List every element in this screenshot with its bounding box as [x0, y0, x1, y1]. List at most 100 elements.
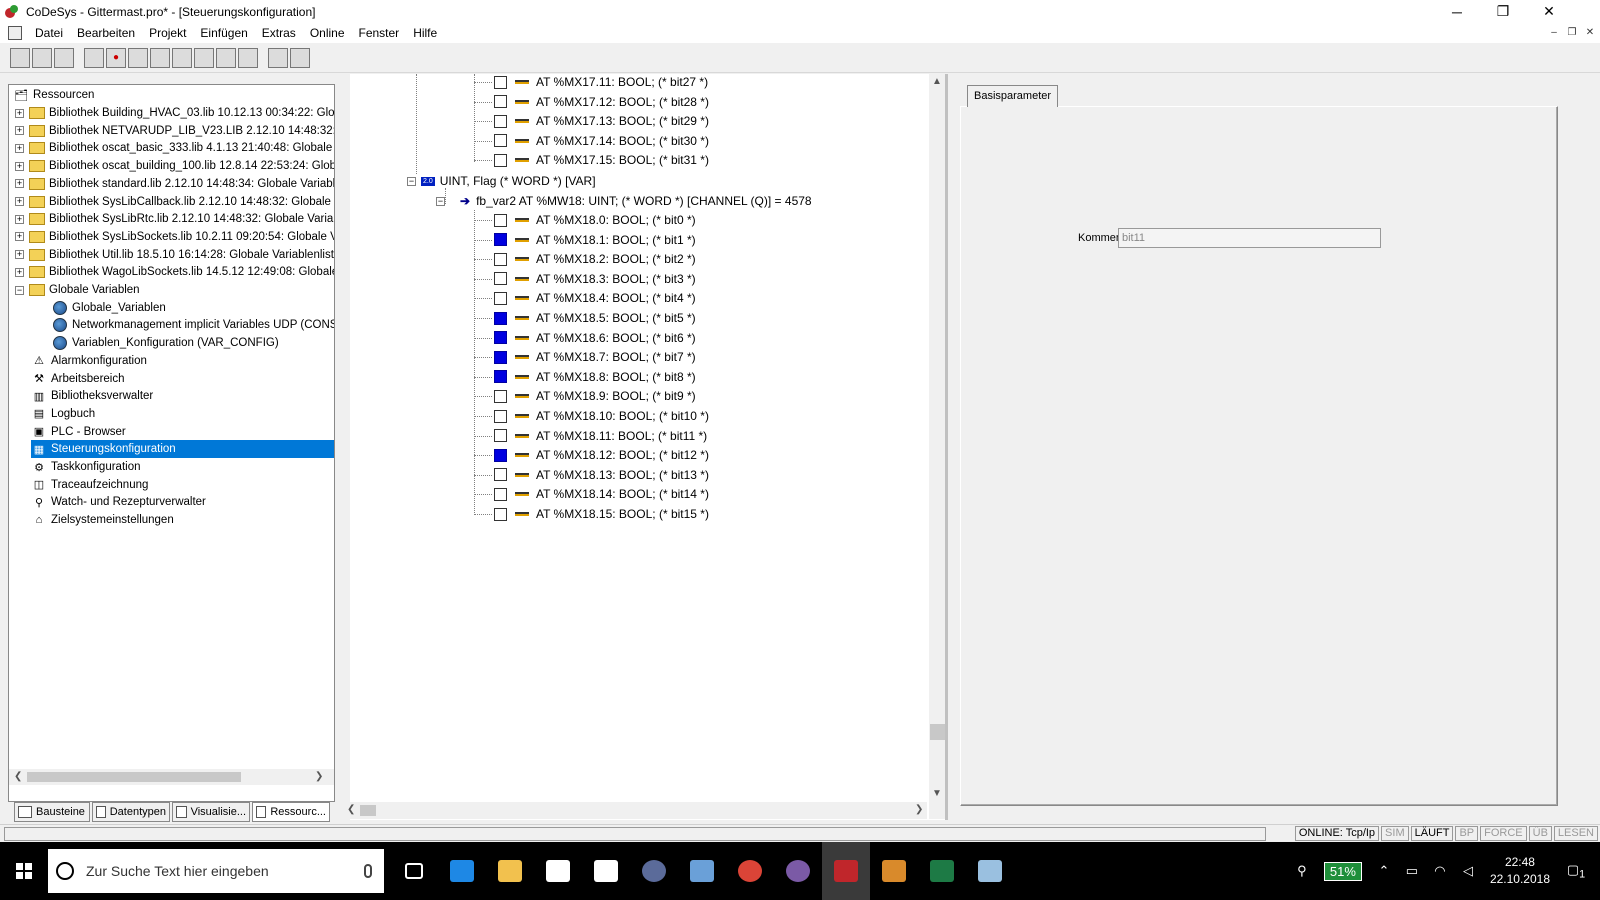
- bool-channel-row[interactable]: AT %MX18.9: BOOL; (* bit9 *): [494, 386, 696, 406]
- tree-item-library[interactable]: + Bibliothek SysLibCallback.lib 2.12.10 1…: [15, 193, 334, 211]
- menu-hilfe[interactable]: Hilfe: [406, 26, 444, 40]
- bool-channel-row[interactable]: AT %MX18.14: BOOL; (* bit14 *): [494, 484, 709, 504]
- tree-item-library[interactable]: + Bibliothek Util.lib 18.5.10 16:14:28: G…: [15, 246, 334, 264]
- scroll-thumb[interactable]: [360, 805, 376, 816]
- bool-channel-row[interactable]: AT %MX18.7: BOOL; (* bit7 *): [494, 347, 696, 367]
- scroll-up-icon[interactable]: ▲: [932, 76, 942, 87]
- bit-checkbox[interactable]: [494, 95, 507, 109]
- scroll-left-icon[interactable]: ❮: [347, 804, 355, 815]
- bool-channel-row[interactable]: AT %MX17.15: BOOL; (* bit31 *): [494, 150, 709, 170]
- volume-icon[interactable]: ◁: [1454, 863, 1482, 879]
- tab-visualisierung[interactable]: Visualisie...: [172, 802, 250, 822]
- bool-channel-row[interactable]: AT %MX18.10: BOOL; (* bit10 *): [494, 406, 709, 426]
- collapse-icon[interactable]: −: [436, 196, 445, 206]
- tree-root-ressourcen[interactable]: 🗂 Ressourcen: [13, 86, 94, 104]
- battery-indicator[interactable]: 51%: [1323, 861, 1362, 881]
- edge-taskbar-button[interactable]: [438, 842, 486, 900]
- bool-channel-row[interactable]: AT %MX18.1: BOOL; (* bit1 *): [494, 230, 696, 250]
- collapse-icon[interactable]: −: [407, 176, 416, 186]
- tree-item-zielsystemeinstellungen[interactable]: ⌂ Zielsystemeinstellungen: [31, 511, 334, 529]
- expand-icon[interactable]: +: [15, 267, 24, 277]
- expand-icon[interactable]: +: [15, 232, 24, 242]
- bit-checkbox[interactable]: [494, 311, 507, 325]
- chevron-up-icon[interactable]: ⌃: [1370, 863, 1398, 879]
- bit-checkbox[interactable]: [494, 291, 507, 305]
- fb-var2-node[interactable]: − ➔ fb_var2 AT %MW18: UINT; (* WORD *) […: [436, 191, 812, 211]
- bool-channel-row[interactable]: AT %MX18.8: BOOL; (* bit8 *): [494, 367, 696, 387]
- notification-icon[interactable]: ▢1: [1562, 862, 1590, 881]
- stop-icon[interactable]: ●: [106, 47, 126, 68]
- bit-checkbox[interactable]: [494, 252, 507, 266]
- tab-basisparameter[interactable]: Basisparameter: [967, 85, 1059, 107]
- scroll-right-icon[interactable]: ❯: [915, 804, 923, 815]
- step-over-icon[interactable]: [194, 47, 214, 68]
- gallery-taskbar-button[interactable]: [870, 842, 918, 900]
- mail-taskbar-button[interactable]: [582, 842, 630, 900]
- run-icon[interactable]: [128, 47, 148, 68]
- tree-item-global-variables[interactable]: Variablen_Konfiguration (VAR_CONFIG): [53, 334, 279, 352]
- replace-icon[interactable]: [290, 47, 310, 68]
- tree-item-library[interactable]: + Bibliothek Building_HVAC_03.lib 10.12.1…: [15, 104, 334, 122]
- minimize-button[interactable]: ─: [1434, 0, 1480, 23]
- comment-field[interactable]: bit11: [1118, 228, 1381, 248]
- menu-bearbeiten[interactable]: Bearbeiten: [70, 26, 142, 40]
- splitter[interactable]: [945, 74, 948, 820]
- maximize-button[interactable]: ❐: [1480, 0, 1526, 23]
- paint-taskbar-button[interactable]: [966, 842, 1014, 900]
- bit-checkbox[interactable]: [494, 114, 507, 128]
- people-icon[interactable]: ⚲: [1288, 863, 1316, 879]
- bool-channel-row[interactable]: AT %MX17.13: BOOL; (* bit29 *): [494, 111, 709, 131]
- step-icon[interactable]: [150, 47, 170, 68]
- bit-checkbox[interactable]: [494, 75, 507, 89]
- bool-channel-row[interactable]: AT %MX18.0: BOOL; (* bit0 *): [494, 210, 696, 230]
- tree-item-traceaufzeichnung[interactable]: ◫ Traceaufzeichnung: [31, 476, 334, 494]
- tree-item-alarmkonfiguration[interactable]: ⚠ Alarmkonfiguration: [31, 352, 334, 370]
- tree-item-library[interactable]: + Bibliothek WagoLibSockets.lib 14.5.12 1…: [15, 263, 334, 281]
- expand-icon[interactable]: +: [15, 143, 24, 153]
- bit-checkbox[interactable]: [494, 350, 507, 364]
- tree-item-bibliotheksverwalter[interactable]: ▥ Bibliotheksverwalter: [31, 387, 334, 405]
- bool-channel-row[interactable]: AT %MX17.12: BOOL; (* bit28 *): [494, 92, 709, 112]
- tab-datentypen[interactable]: Datentypen: [92, 802, 170, 822]
- codesys-taskbar-button[interactable]: [822, 842, 870, 900]
- tree-item-watch-und-rezepturverwalter[interactable]: ⚲ Watch- und Rezepturverwalter: [31, 493, 334, 511]
- tree-item-library[interactable]: + Bibliothek SysLibSockets.lib 10.2.11 09…: [15, 228, 334, 246]
- menu-projekt[interactable]: Projekt: [142, 26, 193, 40]
- tab-ressourcen[interactable]: Ressourc...: [252, 802, 330, 822]
- expand-icon[interactable]: +: [15, 161, 24, 171]
- vpn-lock-taskbar-button[interactable]: [630, 842, 678, 900]
- horizontal-scrollbar[interactable]: ❮ ❯: [9, 769, 334, 785]
- mqtt-taskbar-button[interactable]: [774, 842, 822, 900]
- bool-channel-row[interactable]: AT %MX17.11: BOOL; (* bit27 *): [494, 72, 708, 92]
- bit-checkbox[interactable]: [494, 134, 507, 148]
- tree-item-library[interactable]: + Bibliothek NETVARUDP_LIB_V23.LIB 2.12.1…: [15, 122, 334, 140]
- mdi-restore-button[interactable]: ❐: [1564, 25, 1580, 39]
- vertical-scrollbar[interactable]: ▲ ▼: [929, 74, 946, 819]
- store-taskbar-button[interactable]: [534, 842, 582, 900]
- battery-icon[interactable]: ▭: [1398, 863, 1426, 879]
- expand-icon[interactable]: +: [15, 214, 24, 224]
- tree-item-arbeitsbereich[interactable]: ⚒ Arbeitsbereich: [31, 370, 334, 388]
- bool-channel-row[interactable]: AT %MX18.12: BOOL; (* bit12 *): [494, 445, 709, 465]
- scroll-down-icon[interactable]: ▼: [932, 788, 942, 799]
- horizontal-scrollbar[interactable]: ❮ ❯: [344, 802, 927, 819]
- bit-checkbox[interactable]: [494, 370, 507, 384]
- find-icon[interactable]: [268, 47, 288, 68]
- breakpoint-icon[interactable]: [172, 47, 192, 68]
- bool-channel-row[interactable]: AT %MX18.6: BOOL; (* bit6 *): [494, 328, 696, 348]
- bool-channel-row[interactable]: AT %MX18.13: BOOL; (* bit13 *): [494, 465, 709, 485]
- login-icon[interactable]: [84, 47, 104, 68]
- menu-fenster[interactable]: Fenster: [352, 26, 407, 40]
- collapse-icon[interactable]: −: [15, 285, 24, 295]
- expand-icon[interactable]: +: [15, 197, 24, 206]
- scroll-left-icon[interactable]: ❮: [14, 771, 22, 782]
- tree-item-taskkonfiguration[interactable]: ⚙ Taskkonfiguration: [31, 458, 334, 476]
- tree-item-global-variables[interactable]: Networkmanagement implicit Variables UDP…: [53, 316, 334, 334]
- bit-checkbox[interactable]: [494, 272, 507, 286]
- open-folder-icon[interactable]: [32, 47, 52, 68]
- bool-channel-row[interactable]: AT %MX18.11: BOOL; (* bit11 *): [494, 426, 707, 446]
- start-button[interactable]: [0, 842, 48, 900]
- network-app-taskbar-button[interactable]: [678, 842, 726, 900]
- taskbar-search[interactable]: Zur Suche Text hier eingeben: [48, 849, 384, 893]
- expand-icon[interactable]: +: [15, 250, 24, 260]
